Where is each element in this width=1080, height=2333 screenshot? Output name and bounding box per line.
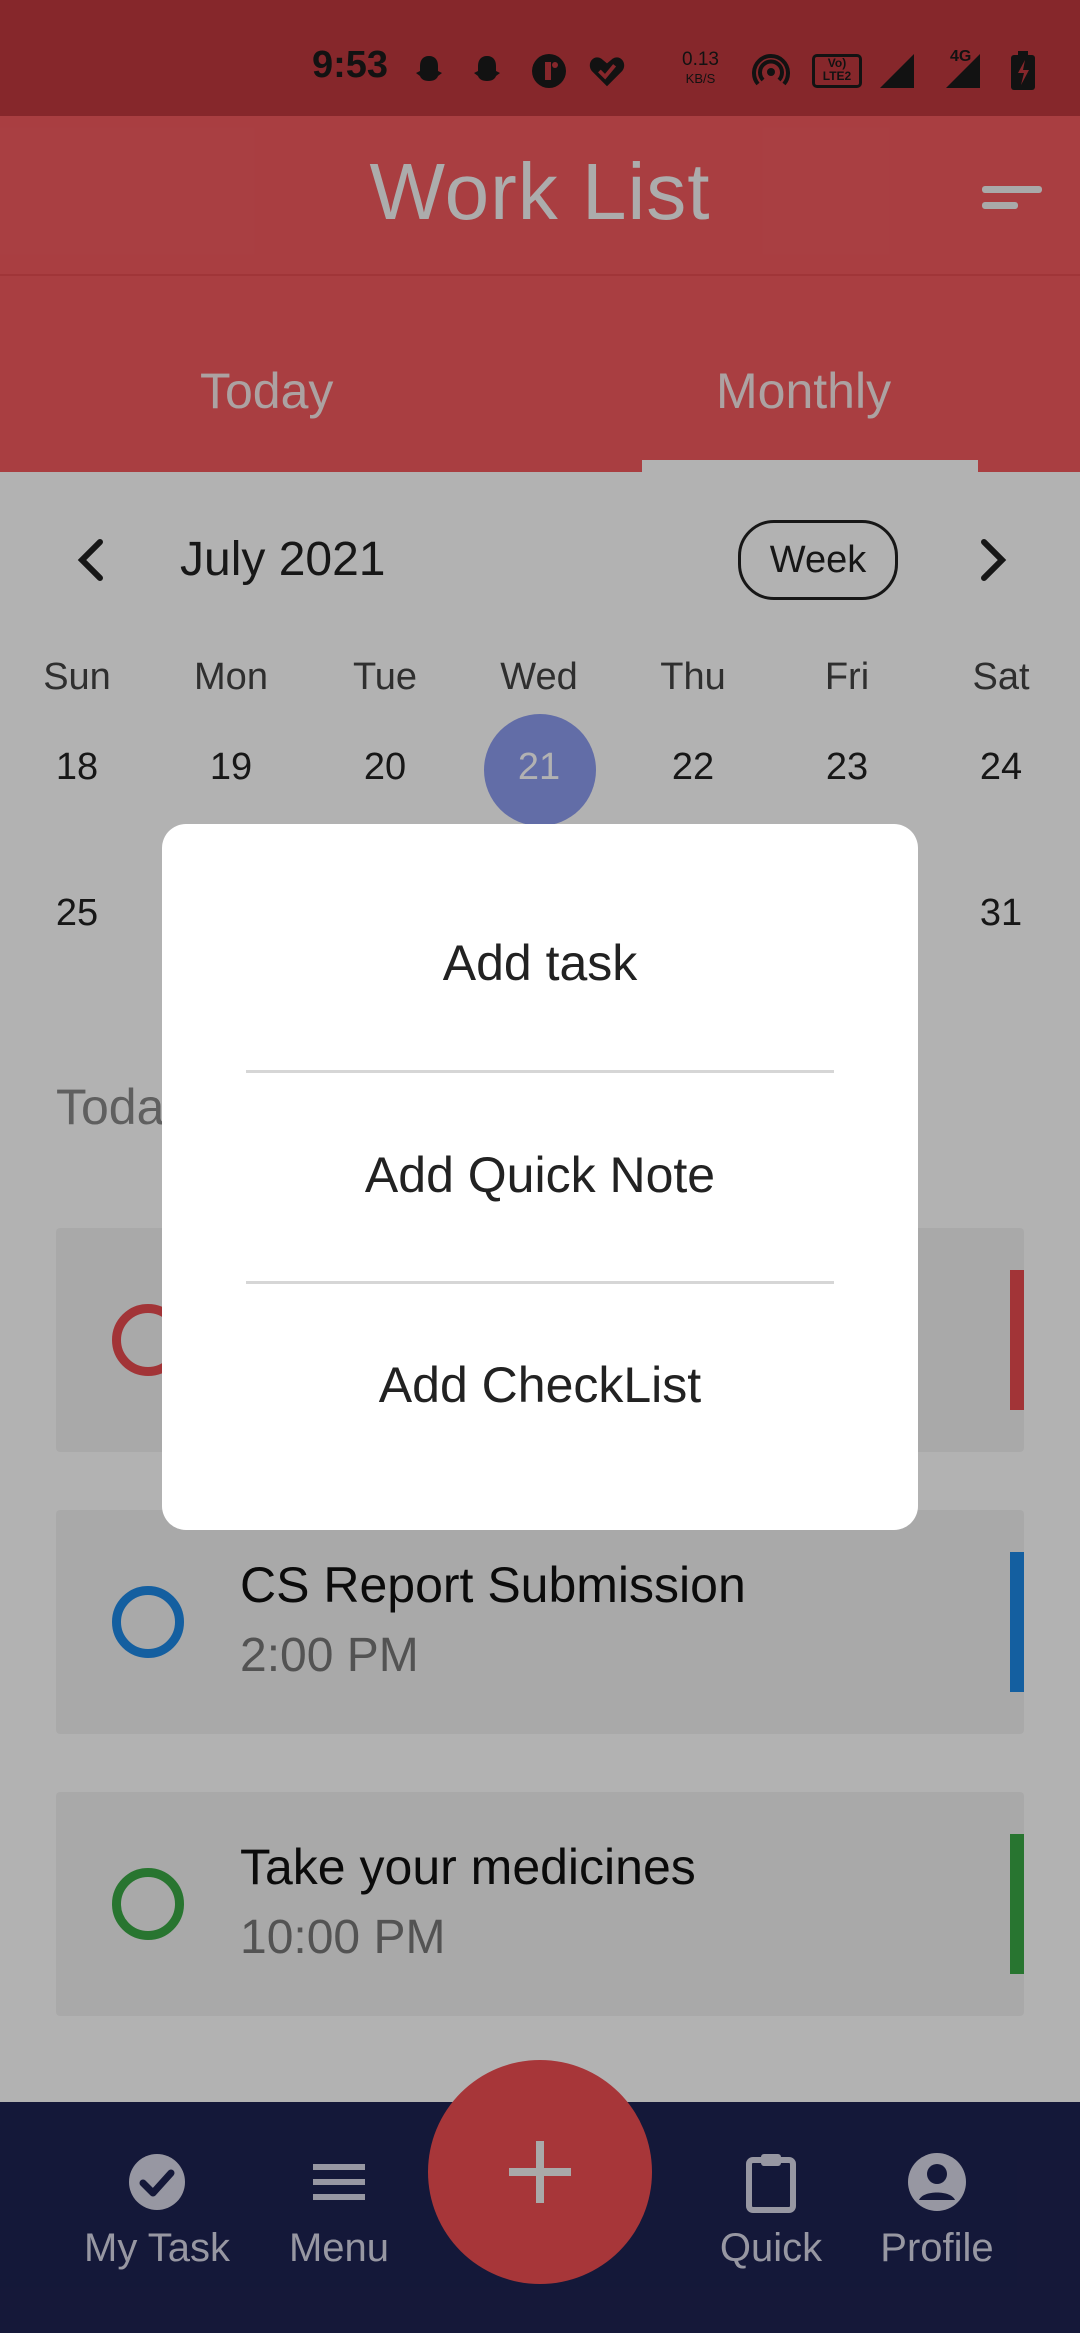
add-checklist-option[interactable]: Add CheckList <box>162 1356 918 1414</box>
dialog-divider <box>246 1281 834 1284</box>
add-task-option[interactable]: Add task <box>162 934 918 992</box>
add-quick-note-option[interactable]: Add Quick Note <box>162 1146 918 1204</box>
dialog-divider <box>246 1070 834 1073</box>
